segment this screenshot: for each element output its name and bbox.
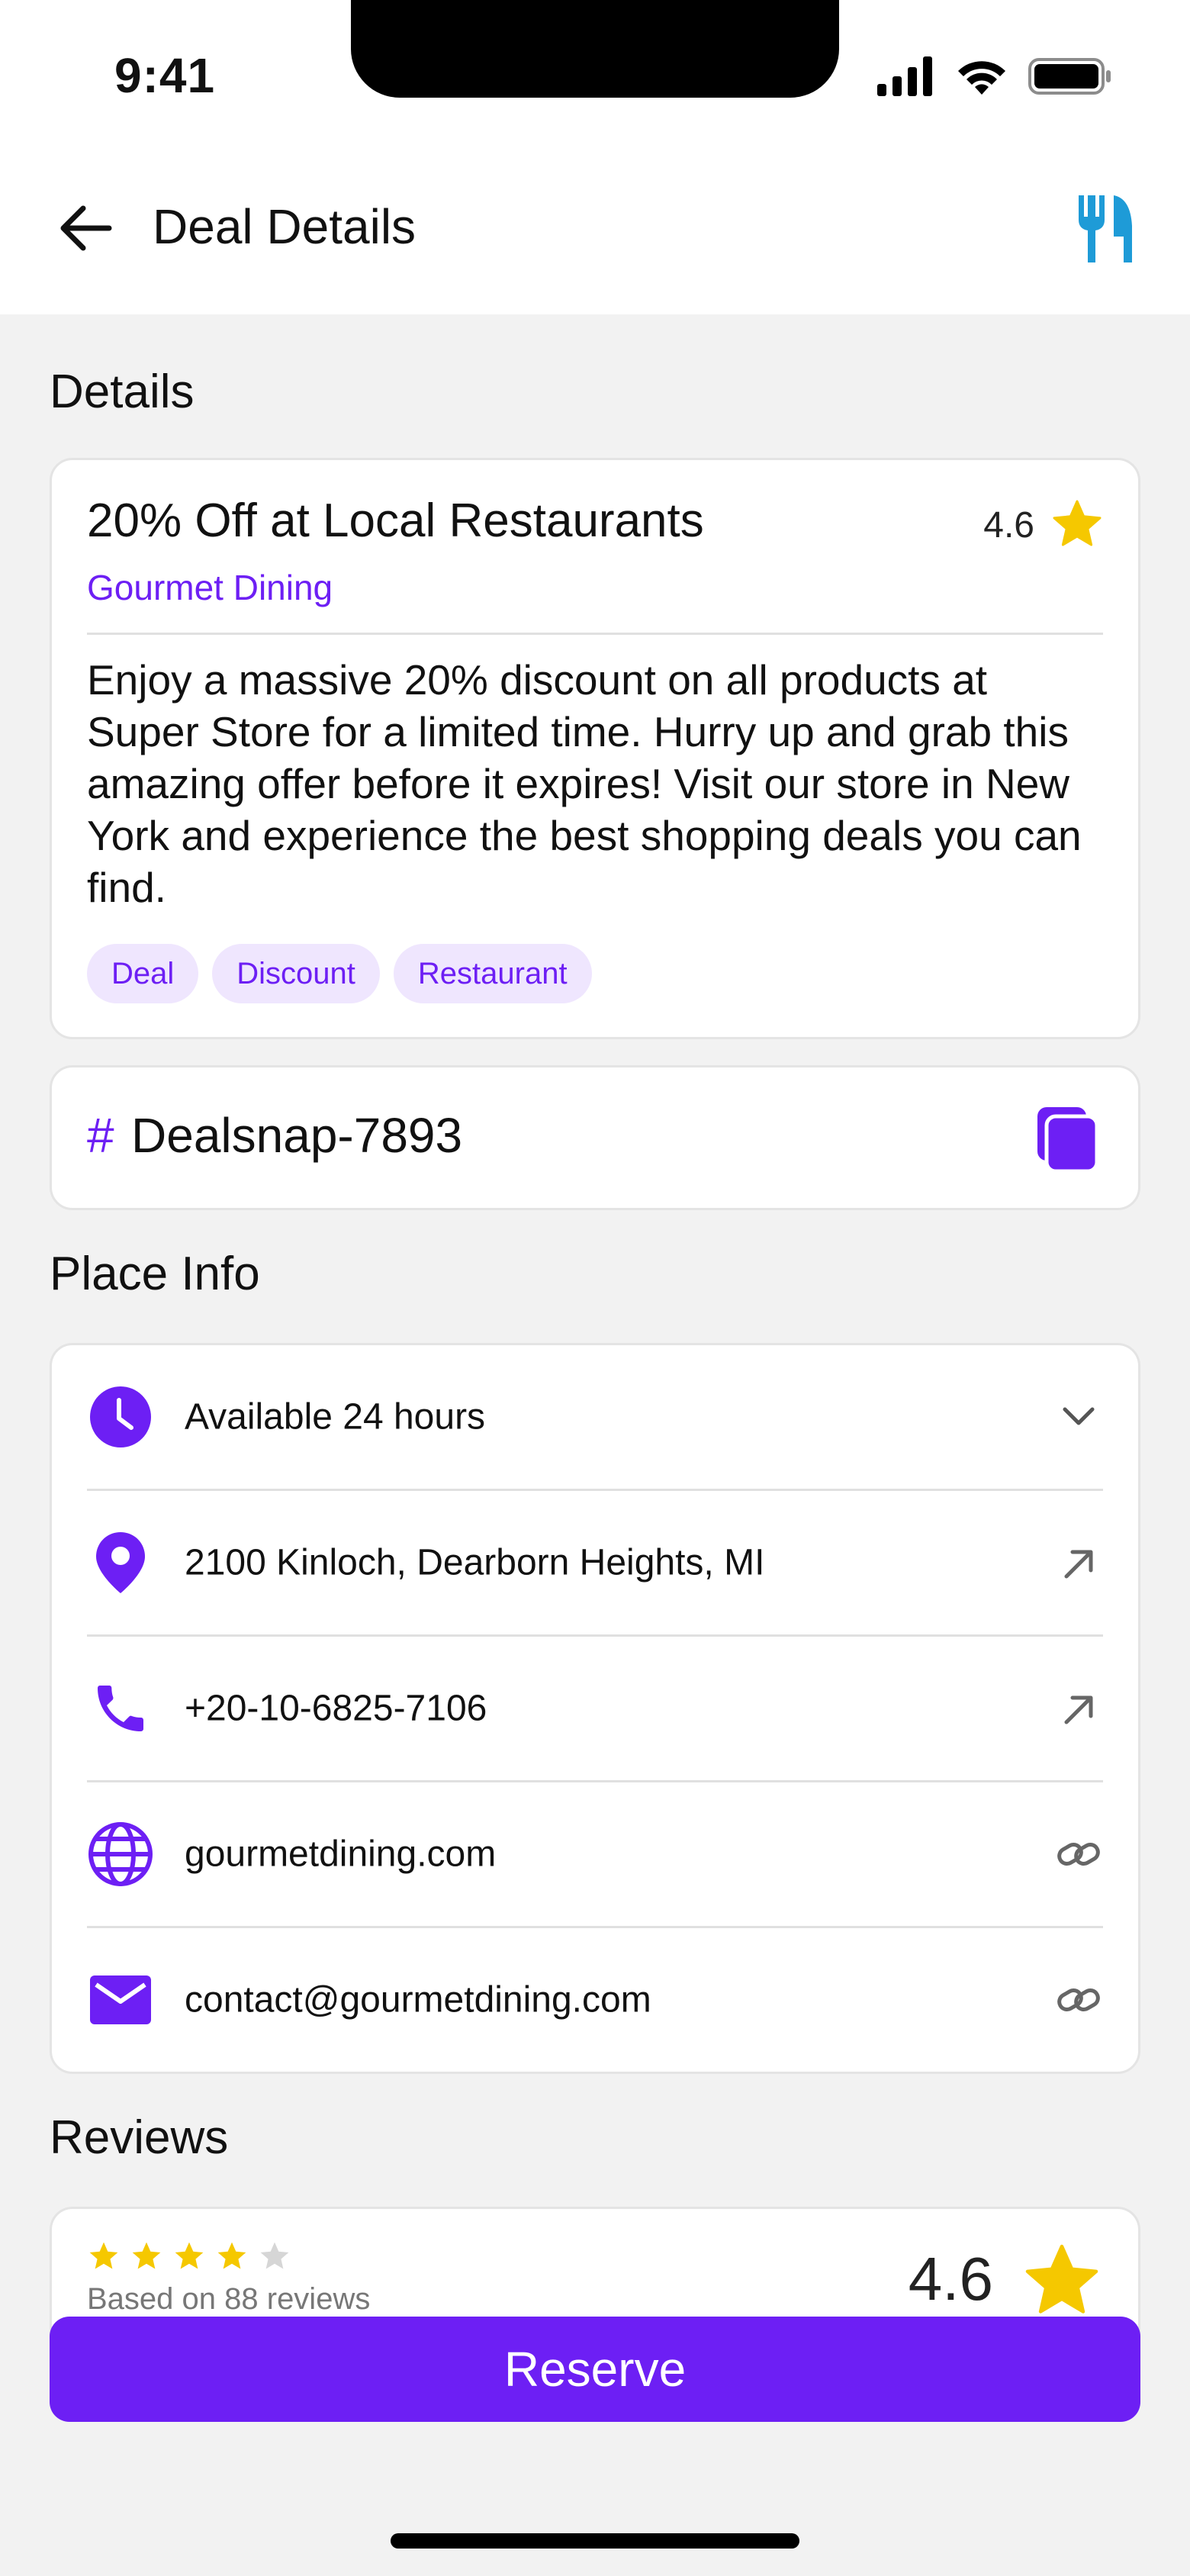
globe-icon: [87, 1821, 154, 1888]
device-notch: [351, 0, 839, 98]
chevron-down-icon[interactable]: [1054, 1393, 1103, 1441]
info-row-label: +20-10-6825-7106: [185, 1688, 487, 1729]
back-button[interactable]: [53, 195, 119, 261]
status-time: 9:41: [114, 48, 216, 103]
wifi-icon: [958, 61, 1005, 95]
star-icon: [1053, 500, 1102, 546]
arrow-up-right-icon[interactable]: [1054, 1538, 1103, 1587]
review-count: Based on 88 reviews: [87, 2282, 371, 2316]
arrow-up-right-icon[interactable]: [1054, 1684, 1103, 1733]
tag-list: Deal Discount Restaurant: [87, 944, 592, 1003]
deal-title: 20% Off at Local Restaurants: [87, 494, 704, 547]
star-icon: [217, 2242, 246, 2269]
deal-rating: 4.6: [983, 505, 1034, 546]
info-row-label: contact@gourmetdining.com: [185, 1979, 651, 2021]
cellular-signal-icon: [877, 56, 932, 96]
review-stars: [87, 2240, 291, 2273]
section-title-reviews: Reviews: [50, 2111, 229, 2164]
star-icon: [132, 2242, 161, 2269]
star-icon: [175, 2242, 204, 2269]
tag-chip[interactable]: Restaurant: [393, 944, 592, 1003]
place-info-card: Available 24 hours 2100 Kinloch, Dearbor…: [50, 1343, 1140, 2074]
deal-code-card: # Dealsnap-7893: [50, 1065, 1140, 1210]
info-row-phone[interactable]: +20-10-6825-7106: [87, 1637, 1103, 1782]
deal-code: Dealsnap-7893: [131, 1108, 463, 1163]
info-row-label: Available 24 hours: [185, 1396, 486, 1438]
hash-symbol: #: [87, 1108, 114, 1163]
star-empty-icon: [260, 2242, 289, 2269]
battery-icon: [1028, 58, 1111, 95]
copy-icon[interactable]: [1037, 1107, 1098, 1173]
deal-category[interactable]: Gourmet Dining: [87, 567, 333, 608]
link-icon[interactable]: [1054, 1830, 1103, 1879]
arrow-left-icon: [60, 205, 112, 251]
info-row-label: gourmetdining.com: [185, 1834, 497, 1875]
phone-icon: [87, 1675, 154, 1742]
average-rating: 4.6: [908, 2245, 993, 2313]
info-row-hours[interactable]: Available 24 hours: [87, 1345, 1103, 1491]
deal-card: 20% Off at Local Restaurants 4.6 Gourmet…: [50, 458, 1140, 1039]
info-row-email[interactable]: contact@gourmetdining.com: [87, 1928, 1103, 2072]
status-icons: [877, 56, 1114, 96]
info-row-label: 2100 Kinloch, Dearborn Heights, MI: [185, 1542, 765, 1583]
section-title-place-info: Place Info: [50, 1248, 260, 1300]
star-icon: [1025, 2244, 1098, 2314]
deal-description: Enjoy a massive 20% discount on all prod…: [87, 656, 1082, 911]
link-icon[interactable]: [1054, 1975, 1103, 2024]
tag-chip[interactable]: Deal: [87, 944, 199, 1003]
clock-icon: [87, 1383, 154, 1451]
section-title-details: Details: [50, 365, 195, 418]
page-title: Deal Details: [153, 199, 416, 254]
tag-chip[interactable]: Discount: [212, 944, 380, 1003]
mail-icon: [87, 1966, 154, 2033]
location-pin-icon: [87, 1529, 154, 1596]
home-indicator: [391, 2533, 799, 2549]
star-icon: [89, 2242, 118, 2269]
info-row-address[interactable]: 2100 Kinloch, Dearborn Heights, MI: [87, 1491, 1103, 1637]
utensils-icon: [1079, 195, 1132, 262]
divider: [87, 633, 1103, 635]
reserve-button[interactable]: Reserve: [50, 2317, 1140, 2422]
app-bar: Deal Details: [0, 153, 1190, 314]
info-row-website[interactable]: gourmetdining.com: [87, 1782, 1103, 1928]
status-bar: 9:41: [0, 0, 1190, 153]
